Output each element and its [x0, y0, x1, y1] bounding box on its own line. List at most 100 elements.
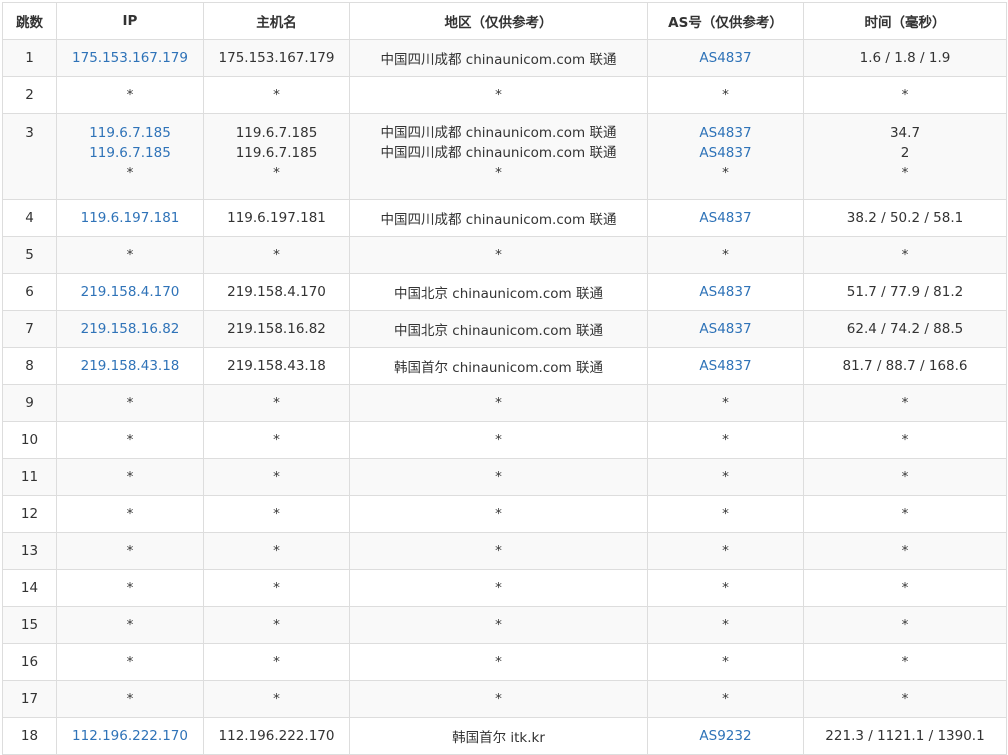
- hostname-cell: *: [203, 495, 350, 533]
- host-value: 119.6.7.185: [235, 125, 318, 141]
- asn-cell: *: [647, 532, 804, 570]
- region-value: *: [495, 395, 502, 411]
- asn-cell: *: [647, 495, 804, 533]
- region-value: *: [495, 543, 502, 559]
- hop-cell: 11: [2, 458, 57, 496]
- asn-link[interactable]: AS9232: [652, 728, 799, 744]
- hostname-cell: *: [203, 384, 350, 422]
- ip-cell: 175.153.167.179: [56, 39, 204, 77]
- host-value: 219.158.43.18: [227, 358, 326, 374]
- asn-cell: AS4837: [647, 347, 804, 385]
- asn-link[interactable]: AS4837: [652, 284, 799, 300]
- ip-cell: *: [56, 606, 204, 644]
- ip-cell: *: [56, 76, 204, 114]
- ip-cell: *: [56, 532, 204, 570]
- time-value: *: [901, 395, 909, 411]
- region-cell: 中国四川成都 chinaunicom.com 联通: [349, 199, 648, 237]
- table-row: 3 119.6.7.185 119.6.7.185 * 119.6.7.185 119.6…: [2, 113, 1007, 200]
- region-value: 中国四川成都 chinaunicom.com 联通: [380, 52, 617, 68]
- asn-value: *: [722, 543, 729, 559]
- asn-link[interactable]: AS4837: [652, 210, 799, 226]
- table-row: 8 219.158.43.18 219.158.43.18 韩国首尔 chinauni…: [2, 347, 1007, 385]
- ip-link[interactable]: 219.158.16.82: [61, 321, 199, 337]
- asn-value: *: [722, 395, 729, 411]
- ip-cell: *: [56, 643, 204, 681]
- asn-link[interactable]: AS4837: [652, 358, 799, 374]
- ip-cell: *: [56, 458, 204, 496]
- asn-value: *: [722, 580, 729, 596]
- hop-cell: 5: [2, 236, 57, 274]
- asn-value: *: [722, 432, 729, 448]
- ip-link[interactable]: 119.6.7.185: [61, 143, 199, 163]
- region-value: 中国四川成都 chinaunicom.com 联通: [380, 145, 617, 161]
- table-row: 2 * * * * *: [2, 76, 1007, 114]
- time-value: 38.2 / 50.2 / 58.1: [846, 210, 964, 226]
- ip-link[interactable]: 219.158.43.18: [61, 358, 199, 374]
- ip-link[interactable]: 175.153.167.179: [61, 50, 199, 66]
- ip-link[interactable]: 119.6.197.181: [61, 210, 199, 226]
- asn-value: *: [722, 691, 729, 707]
- hostname-cell: 219.158.43.18: [203, 347, 350, 385]
- table-row: 16 * * * * *: [2, 643, 1007, 681]
- hop-cell: 1: [2, 39, 57, 77]
- region-value: *: [495, 691, 502, 707]
- host-value: *: [273, 87, 280, 103]
- hostname-cell: *: [203, 458, 350, 496]
- time-cell: *: [803, 236, 1007, 274]
- region-cell: 中国北京 chinaunicom.com 联通: [349, 310, 648, 348]
- region-cell: *: [349, 532, 648, 570]
- time-cell: *: [803, 384, 1007, 422]
- host-value: 119.6.197.181: [227, 210, 326, 226]
- asn-value: *: [722, 654, 729, 670]
- region-value: *: [495, 432, 502, 448]
- ip-cell: 219.158.43.18: [56, 347, 204, 385]
- hostname-cell: 112.196.222.170: [203, 717, 350, 755]
- header-time: 时间（毫秒）: [803, 2, 1007, 40]
- host-value: 112.196.222.170: [218, 728, 335, 744]
- table-row: 13 * * * * *: [2, 532, 1007, 570]
- asn-cell: *: [647, 606, 804, 644]
- time-cell: *: [803, 421, 1007, 459]
- asn-link[interactable]: AS4837: [652, 143, 799, 163]
- time-value: *: [901, 469, 909, 485]
- header-ip: IP: [56, 2, 204, 40]
- time-value: *: [901, 506, 909, 522]
- asn-value: *: [722, 617, 729, 633]
- host-value: *: [273, 506, 280, 522]
- time-cell: 1.6 / 1.8 / 1.9: [803, 39, 1007, 77]
- region-cell: 韩国首尔 itk.kr: [349, 717, 648, 755]
- asn-link[interactable]: AS4837: [652, 123, 799, 143]
- hostname-cell: *: [203, 421, 350, 459]
- ip-cell: *: [56, 680, 204, 718]
- hostname-cell: *: [203, 606, 350, 644]
- ip-link[interactable]: 119.6.7.185: [61, 123, 199, 143]
- region-value: *: [495, 580, 502, 596]
- table-header-row: 跳数 IP 主机名 地区（仅供参考） AS号（仅供参考） 时间（毫秒）: [2, 2, 1007, 40]
- ip-link[interactable]: 112.196.222.170: [61, 728, 199, 744]
- time-cell: 81.7 / 88.7 / 168.6: [803, 347, 1007, 385]
- ip-link[interactable]: 219.158.4.170: [61, 284, 199, 300]
- region-value: 韩国首尔 chinaunicom.com 联通: [394, 360, 603, 376]
- hop-cell: 16: [2, 643, 57, 681]
- host-value: *: [273, 654, 280, 670]
- asn-link[interactable]: AS4837: [652, 321, 799, 337]
- time-cell: *: [803, 569, 1007, 607]
- region-value: *: [495, 469, 502, 485]
- ip-value: *: [126, 506, 134, 522]
- ip-value: *: [126, 469, 134, 485]
- region-cell: *: [349, 421, 648, 459]
- asn-cell: *: [647, 76, 804, 114]
- time-cell: *: [803, 76, 1007, 114]
- asn-cell: AS4837 AS4837 *: [647, 113, 804, 200]
- table-row: 17 * * * * *: [2, 680, 1007, 718]
- time-cell: 221.3 / 1121.1 / 1390.1: [803, 717, 1007, 755]
- hop-cell: 3: [2, 113, 57, 200]
- hostname-cell: 219.158.4.170: [203, 273, 350, 311]
- table-row: 6 219.158.4.170 219.158.4.170 中国北京 chinauni…: [2, 273, 1007, 311]
- ip-value: *: [126, 654, 134, 670]
- asn-link[interactable]: AS4837: [652, 50, 799, 66]
- host-value: *: [273, 395, 280, 411]
- time-value: *: [901, 691, 909, 707]
- table-row: 1 175.153.167.179 175.153.167.179 中国四川成都 ch…: [2, 39, 1007, 77]
- ip-value: *: [126, 543, 134, 559]
